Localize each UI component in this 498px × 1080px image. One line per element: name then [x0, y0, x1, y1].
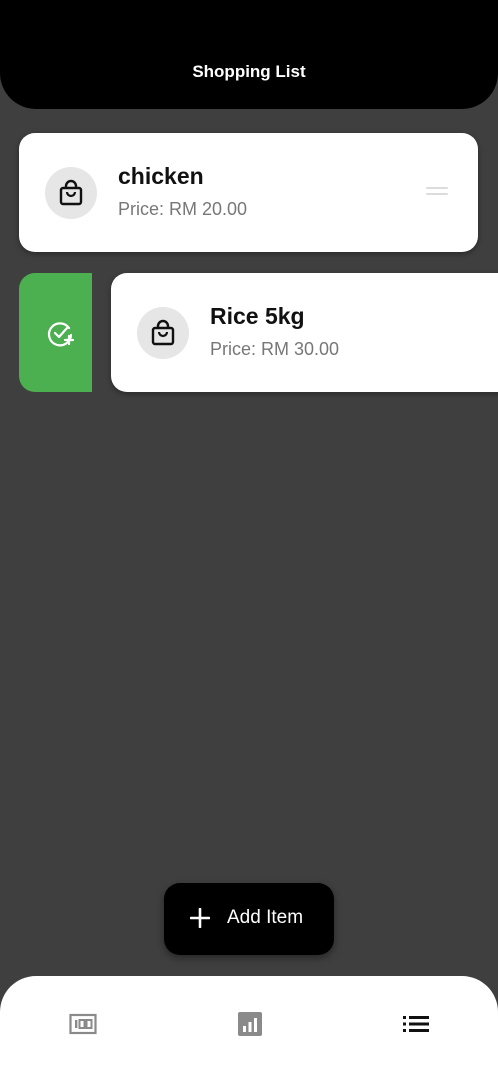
bar-chart-icon[interactable]: [236, 1012, 264, 1036]
item-price: Price: RM 20.00: [118, 199, 248, 219]
check-add-icon: [47, 322, 75, 347]
list-item[interactable]: Rice 5kg Price: RM 30.00: [111, 273, 498, 392]
money-icon[interactable]: [69, 1012, 97, 1036]
list-item[interactable]: chicken Price: RM 20.00: [19, 133, 478, 252]
add-item-button[interactable]: Add Item: [164, 883, 334, 955]
swipe-action-background[interactable]: [19, 273, 92, 392]
list-icon[interactable]: [402, 1012, 430, 1036]
item-name: Rice 5kg: [210, 303, 305, 329]
shopping-bag-icon: [151, 319, 175, 346]
app-bar: Shopping List: [0, 0, 498, 109]
add-item-label: Add Item: [227, 907, 304, 928]
item-avatar: [45, 167, 97, 219]
page-title: Shopping List: [192, 62, 306, 81]
plus-icon: [190, 908, 210, 928]
item-name: chicken: [118, 163, 204, 189]
item-price: Price: RM 30.00: [210, 339, 340, 359]
shopping-bag-icon: [59, 179, 83, 206]
drag-handle-icon[interactable]: [426, 187, 448, 197]
bottom-navigation: [0, 976, 498, 1080]
item-avatar: [137, 307, 189, 359]
